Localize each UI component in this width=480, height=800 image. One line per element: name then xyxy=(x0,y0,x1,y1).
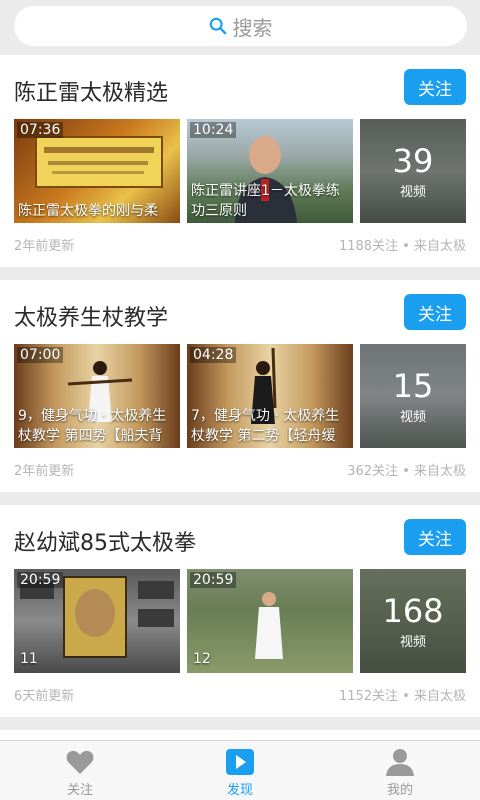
more-videos-overlay: 39 视频 xyxy=(360,119,466,223)
channel-card[interactable]: 陈正雷太极精选 关注 07:36 陈正雷太极拳的刚与柔 10:24 陈正雷讲座1… xyxy=(0,55,480,267)
video-caption: 陈正雷太极拳的刚与柔 xyxy=(18,203,158,219)
video-caption: 7，健身气功 · 太极养生杖教学 第二势【轻舟缓 xyxy=(191,408,340,444)
update-time: 6天前更新 xyxy=(14,689,75,704)
channel-title[interactable]: 太极养生杖教学 xyxy=(14,300,168,332)
channel-card[interactable]: 太极养生杖教学 关注 07:00 9，健身气功 · 太极养生杖教学 第四势【船夫… xyxy=(0,280,480,492)
video-thumbnails: 20:59 11 20:59 12 168 视频 xyxy=(14,569,466,673)
search-bar: 搜索 xyxy=(0,0,480,52)
video-duration: 07:00 xyxy=(17,347,64,363)
video-duration: 20:59 xyxy=(190,572,237,588)
video-thumbnail[interactable]: 07:00 9，健身气功 · 太极养生杖教学 第四势【船夫背 xyxy=(14,344,180,448)
video-caption: 12 xyxy=(193,651,211,667)
tab-label: 发现 xyxy=(226,783,253,798)
video-thumbnail[interactable]: 20:59 11 xyxy=(14,569,180,673)
channel-stats: 362关注 • 来自太极 xyxy=(347,464,466,479)
video-count: 15 xyxy=(392,366,434,405)
video-thumbnail[interactable]: 20:59 12 xyxy=(187,569,353,673)
tab-discover[interactable]: 发现 xyxy=(160,741,320,800)
tab-follow[interactable]: 关注 xyxy=(0,741,160,800)
more-videos-tile[interactable]: 15 视频 xyxy=(360,344,466,448)
video-count: 168 xyxy=(382,591,444,630)
user-icon xyxy=(386,749,414,776)
follow-button[interactable]: 关注 xyxy=(404,519,466,555)
search-placeholder: 搜索 xyxy=(232,15,273,40)
search-icon xyxy=(209,17,226,35)
channel-card[interactable]: 赵幼斌85式太极拳 关注 20:59 11 20:59 12 168 视频 6天… xyxy=(0,505,480,717)
video-thumbnails: 07:00 9，健身气功 · 太极养生杖教学 第四势【船夫背 04:28 7，健… xyxy=(14,344,466,448)
more-videos-tile[interactable]: 39 视频 xyxy=(360,119,466,223)
video-thumbnails: 07:36 陈正雷太极拳的刚与柔 10:24 陈正雷讲座1－太极拳练功三原则 3… xyxy=(14,119,466,223)
search-input[interactable]: 搜索 xyxy=(14,6,467,46)
channel-title[interactable]: 陈正雷太极精选 xyxy=(14,75,168,107)
video-duration: 07:36 xyxy=(17,122,64,138)
channel-stats: 1188关注 • 来自太极 xyxy=(338,239,466,254)
play-icon xyxy=(226,749,254,775)
video-thumbnail[interactable]: 04:28 7，健身气功 · 太极养生杖教学 第二势【轻舟缓 xyxy=(187,344,353,448)
video-thumbnail[interactable]: 07:36 陈正雷太极拳的刚与柔 xyxy=(14,119,180,223)
more-videos-overlay: 168 视频 xyxy=(360,569,466,673)
video-count: 39 xyxy=(392,141,434,180)
channel-stats: 1152关注 • 来自太极 xyxy=(338,689,466,704)
video-count-label: 视频 xyxy=(399,184,426,200)
update-time: 2年前更新 xyxy=(14,239,75,254)
video-count-label: 视频 xyxy=(399,409,426,425)
follow-button[interactable]: 关注 xyxy=(404,294,466,330)
bottom-tab-bar: 关注 发现 我的 xyxy=(0,740,480,800)
video-duration: 10:24 xyxy=(190,122,237,138)
tab-mine[interactable]: 我的 xyxy=(320,741,480,800)
video-caption: 9，健身气功 · 太极养生杖教学 第四势【船夫背 xyxy=(18,408,167,444)
follow-button[interactable]: 关注 xyxy=(404,69,466,105)
channel-card-partial xyxy=(0,730,480,740)
channel-title[interactable]: 赵幼斌85式太极拳 xyxy=(14,525,196,557)
update-time: 2年前更新 xyxy=(14,464,75,479)
more-videos-overlay: 15 视频 xyxy=(360,344,466,448)
video-caption: 陈正雷讲座1－太极拳练功三原则 xyxy=(191,183,340,219)
video-caption: 11 xyxy=(20,651,38,667)
video-duration: 04:28 xyxy=(190,347,237,363)
video-thumbnail[interactable]: 10:24 陈正雷讲座1－太极拳练功三原则 xyxy=(187,119,353,223)
tab-label: 我的 xyxy=(386,783,413,798)
video-count-label: 视频 xyxy=(399,634,426,650)
heart-icon xyxy=(66,750,94,774)
more-videos-tile[interactable]: 168 视频 xyxy=(360,569,466,673)
video-duration: 20:59 xyxy=(17,572,64,588)
tab-label: 关注 xyxy=(66,783,93,798)
